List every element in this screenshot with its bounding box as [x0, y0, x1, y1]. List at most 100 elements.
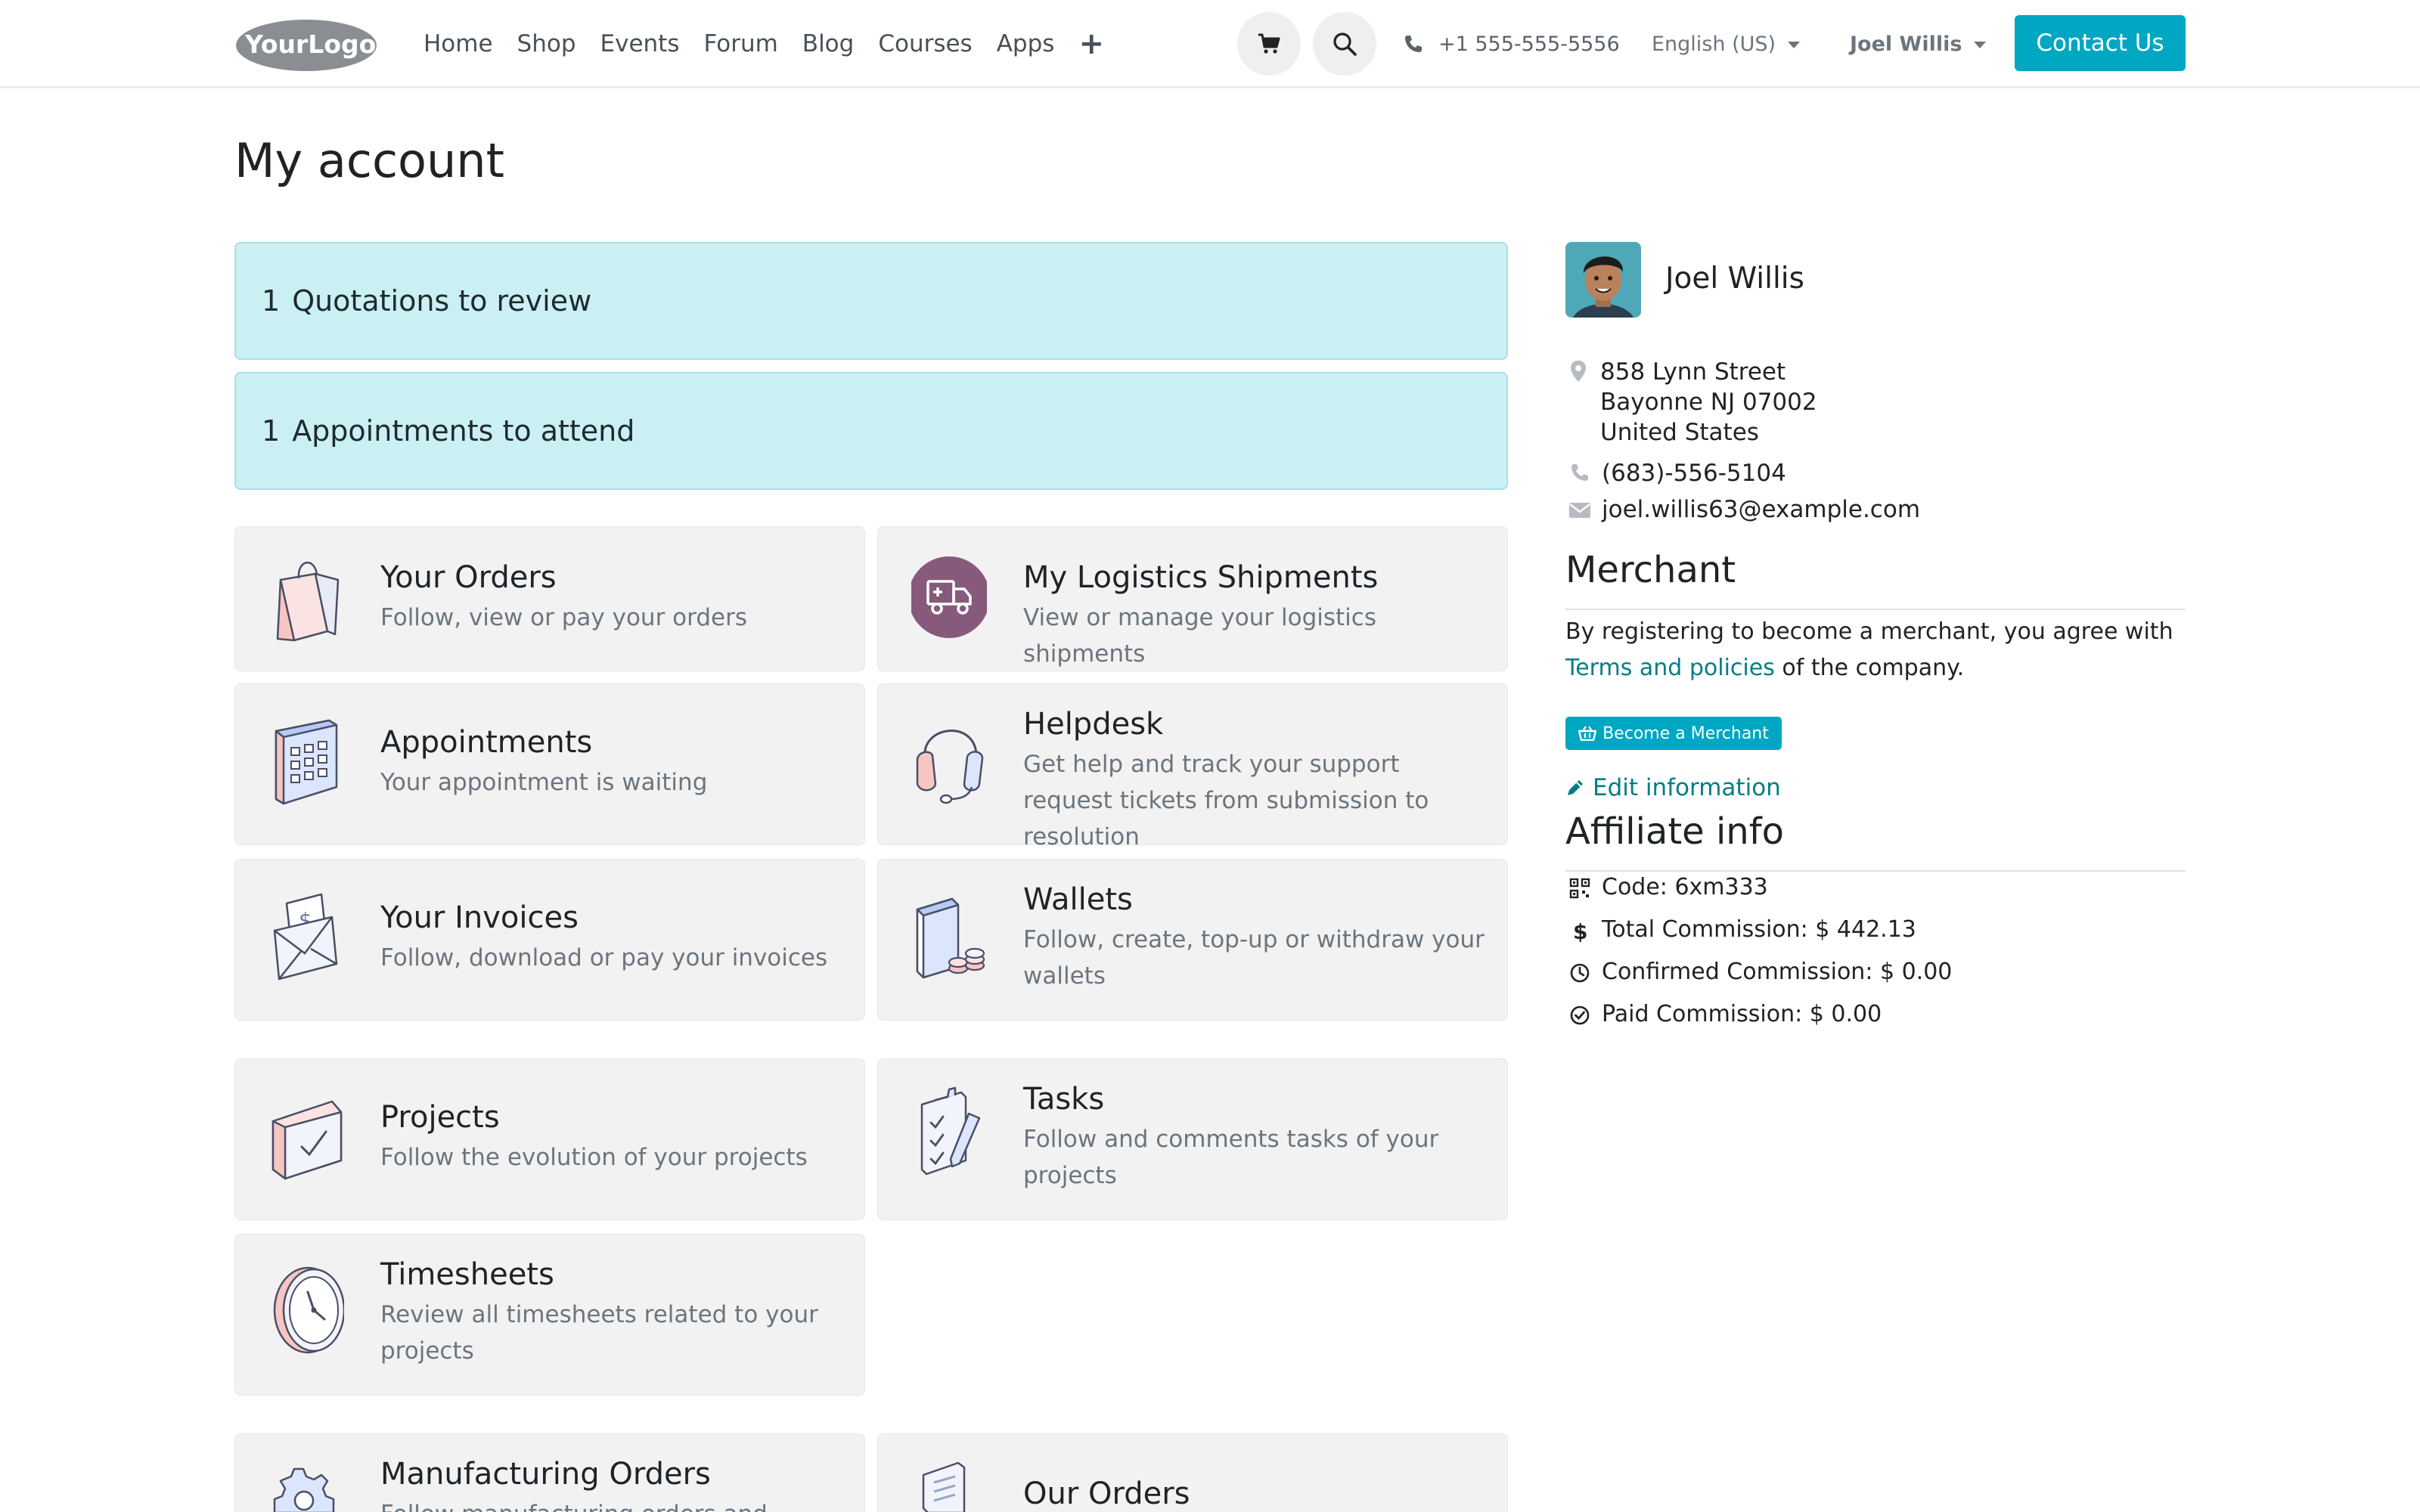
search-button[interactable]: [1313, 12, 1376, 76]
chevron-down-icon: [1788, 41, 1801, 48]
alert-count: 1: [262, 414, 281, 448]
affiliate-heading: Affiliate info: [1565, 810, 1784, 853]
plus-icon[interactable]: +: [1078, 29, 1104, 59]
nav-courses[interactable]: Courses: [878, 30, 972, 57]
address-line: 858 Lynn Street: [1600, 358, 1786, 386]
card-manufacturing-orders[interactable]: Manufacturing Orders Follow manufacturin…: [234, 1433, 865, 1512]
nav-apps[interactable]: Apps: [997, 30, 1055, 57]
card-description: Get help and track your support request …: [1023, 751, 1429, 850]
language-label: English (US): [1652, 32, 1776, 56]
nav-events[interactable]: Events: [600, 30, 680, 57]
qrcode-icon: [1569, 878, 1590, 899]
profile-email: joel.willis63@example.com: [1602, 496, 1921, 523]
profile-name: Joel Willis: [1665, 262, 1804, 296]
merchant-text-before: By registering to become a merchant, you…: [1565, 618, 2173, 645]
terms-and-policies-link[interactable]: Terms and policies: [1565, 655, 1775, 681]
check-circle-icon: [1570, 1005, 1590, 1025]
card-wallets[interactable]: Wallets Follow, create, top-up or withdr…: [877, 859, 1508, 1021]
user-menu[interactable]: Joel Willis: [1850, 0, 1987, 88]
phone-number: +1 555-555-5556: [1438, 32, 1620, 56]
profile-phone: (683)-556-5104: [1602, 460, 1786, 487]
quotations-alert[interactable]: 1 Quotations to review: [234, 242, 1508, 360]
alert-label: Quotations to review: [292, 284, 592, 318]
project-folder-icon: [271, 1100, 343, 1180]
card-title: Projects: [380, 1100, 500, 1135]
clock-icon: [273, 1266, 344, 1354]
card-tasks[interactable]: Tasks Follow and comments tasks of your …: [877, 1058, 1508, 1220]
invoice-envelope-icon: $: [273, 893, 338, 981]
card-description: Follow manufacturing orders and producti…: [380, 1496, 849, 1512]
card-title: Appointments: [380, 725, 593, 760]
nav-shop[interactable]: Shop: [517, 30, 576, 57]
logo-text: YourLogo: [244, 29, 376, 59]
card-title: Your Orders: [380, 560, 557, 595]
card-your-orders[interactable]: Your Orders Follow, view or pay your ord…: [234, 526, 865, 671]
merchant-divider: [1565, 609, 2186, 610]
card-projects[interactable]: Projects Follow the evolution of your pr…: [234, 1058, 865, 1220]
edit-information-label: Edit information: [1593, 774, 1781, 801]
phone-icon: [1571, 464, 1588, 481]
merchant-agreement-text: By registering to become a merchant, you…: [1565, 614, 2186, 686]
card-title: Helpdesk: [1023, 707, 1164, 742]
merchant-heading: Merchant: [1565, 549, 1736, 591]
avatar[interactable]: [1565, 242, 1641, 318]
nav-blog[interactable]: Blog: [802, 30, 855, 57]
pencil-icon: [1568, 780, 1583, 795]
calendar-icon: [275, 719, 338, 805]
shopping-bag-icon: [276, 561, 340, 642]
map-marker-icon: [1571, 361, 1586, 382]
card-description: Follow the evolution of your projects: [380, 1144, 808, 1171]
address-line: United States: [1600, 419, 1759, 446]
card-title: Our Orders: [1023, 1476, 1190, 1511]
card-helpdesk[interactable]: Helpdesk Get help and track your support…: [877, 683, 1508, 850]
page-title: My account: [234, 133, 504, 188]
card-title: My Logistics Shipments: [1023, 560, 1379, 595]
card-logistics-shipments[interactable]: My Logistics Shipments View or manage yo…: [877, 526, 1508, 671]
edit-information-link[interactable]: Edit information: [1565, 774, 1781, 801]
card-title: Your Invoices: [380, 900, 579, 935]
address-line: Bayonne NJ 07002: [1600, 389, 1817, 416]
total-commission: Total Commission: $ 442.13: [1602, 916, 1916, 943]
become-merchant-label: Become a Merchant: [1602, 723, 1769, 743]
contact-us-button[interactable]: Contact Us: [2015, 15, 2186, 71]
order-sheet-icon: [922, 1461, 966, 1512]
alert-count: 1: [262, 284, 281, 318]
shopping-cart-icon: [1258, 33, 1280, 54]
card-description: Your appointment is waiting: [380, 769, 708, 796]
nav-home[interactable]: Home: [424, 30, 493, 57]
card-description: Follow, download or pay your invoices: [380, 944, 828, 971]
language-selector[interactable]: English (US): [1652, 0, 1801, 88]
phone-icon: [1405, 36, 1422, 52]
paid-commission: Paid Commission: $ 0.00: [1602, 1001, 1882, 1027]
phone-link[interactable]: +1 555-555-5556: [1404, 0, 1620, 88]
svg-text:$: $: [1573, 919, 1587, 942]
merchant-text-after: of the company.: [1774, 655, 1965, 681]
task-checklist-icon: [920, 1086, 981, 1176]
basket-icon: [1578, 726, 1597, 741]
card-timesheets[interactable]: Timesheets Review all timesheets related…: [234, 1234, 865, 1396]
card-appointments[interactable]: Appointments Your appointment is waiting: [234, 683, 865, 845]
card-your-invoices[interactable]: $ Your Invoices Follow, download or pay …: [234, 859, 865, 1021]
become-merchant-button[interactable]: Become a Merchant: [1565, 717, 1782, 750]
card-description: Follow, view or pay your orders: [380, 604, 747, 631]
envelope-icon: [1569, 503, 1590, 518]
headset-icon: [916, 730, 984, 804]
card-description: View or manage your logistics shipments: [1023, 604, 1376, 668]
card-title: Timesheets: [380, 1257, 554, 1292]
alert-label: Appointments to attend: [292, 414, 635, 448]
search-icon: [1333, 33, 1357, 56]
logo[interactable]: YourLogo: [234, 15, 378, 73]
cart-button[interactable]: [1237, 12, 1301, 76]
main-menu: Home Shop Events Forum Blog Courses Apps…: [424, 0, 1104, 88]
chevron-down-icon: [1974, 41, 1987, 48]
nav-forum[interactable]: Forum: [704, 30, 778, 57]
card-our-orders[interactable]: Our Orders: [877, 1433, 1508, 1512]
appointments-alert[interactable]: 1 Appointments to attend: [234, 372, 1508, 490]
delivery-truck-icon: [911, 556, 987, 638]
card-title: Manufacturing Orders: [380, 1457, 711, 1492]
card-description: Follow, create, top-up or withdraw your …: [1023, 926, 1485, 990]
wallet-coins-icon: [916, 897, 985, 979]
confirmed-commission: Confirmed Commission: $ 0.00: [1602, 959, 1953, 985]
dollar-icon: $: [1573, 919, 1587, 942]
top-navbar: YourLogo Home Shop Events Forum Blog Cou…: [0, 0, 2420, 88]
